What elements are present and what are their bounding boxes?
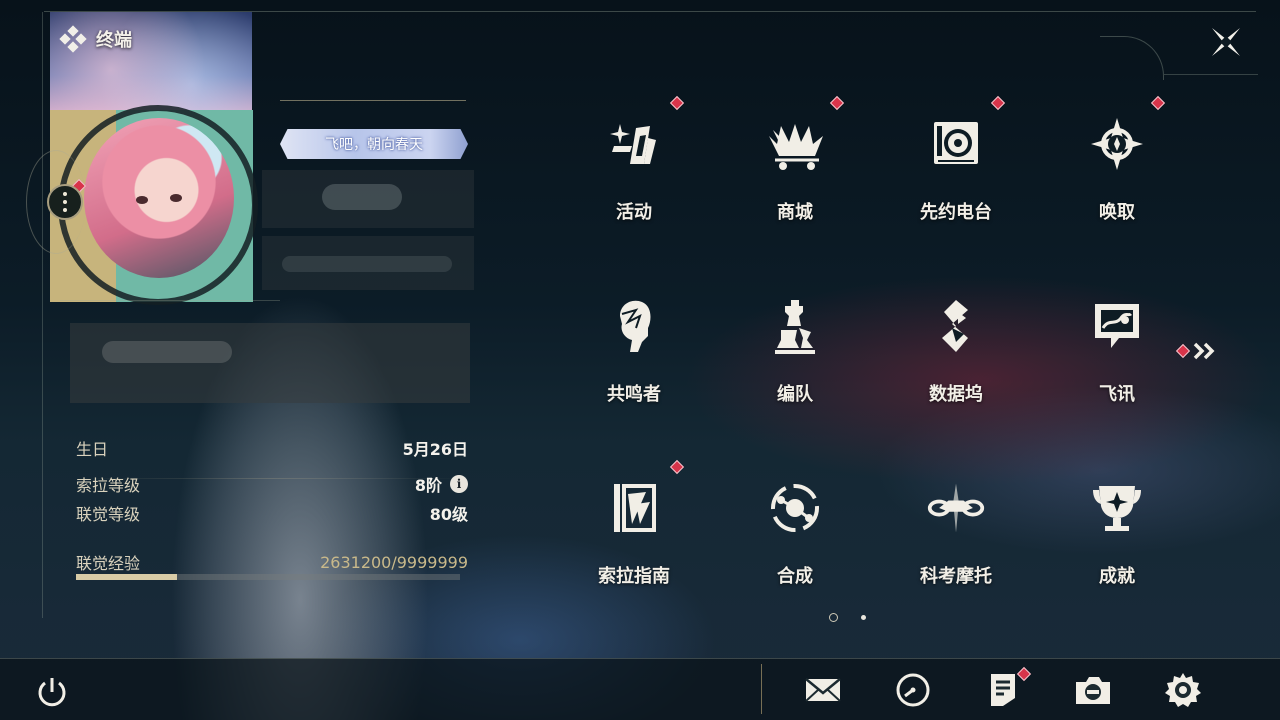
menu-item-achievements[interactable]: 成就 (1052, 460, 1182, 600)
union-level-label: 联觉等级 (76, 505, 141, 524)
convene-star-icon (1087, 114, 1147, 174)
events-icon (604, 114, 664, 174)
camera-button[interactable] (1073, 670, 1113, 710)
more-dots-icon (63, 190, 67, 214)
union-exp-fill (76, 574, 178, 580)
next-page-button[interactable] (1175, 338, 1224, 364)
player-name-panel (262, 170, 474, 228)
menu-item-messages[interactable]: 飞讯 (1052, 278, 1182, 418)
sola-level-label: 索拉等级 (76, 476, 141, 495)
birthday-row: 生日 5月26日 (76, 436, 468, 460)
menu-label-shop: 商城 (777, 202, 813, 223)
profile-divider (60, 300, 280, 301)
menu-label-achievements: 成就 (1099, 566, 1135, 587)
signature-banner[interactable]: 飞吧，朝向春天 (280, 129, 468, 159)
menu-label-messages: 飞讯 (1099, 384, 1135, 405)
menu-label-guidebook: 索拉指南 (598, 566, 670, 587)
power-button[interactable] (34, 674, 70, 710)
terminal-diamond-icon (59, 25, 87, 53)
synthesis-icon (765, 478, 825, 538)
birthday-label: 生日 (76, 440, 109, 459)
union-exp-row: 联觉经验 2631200/9999999 (76, 550, 468, 574)
settings-button[interactable] (1163, 670, 1203, 710)
frame-curve-line (1164, 74, 1258, 75)
notice-icon (991, 674, 1015, 706)
menu-label-synthesis: 合成 (777, 566, 813, 587)
motorbike-icon (926, 478, 986, 538)
message-chat-icon (1087, 296, 1147, 356)
menu-item-convene[interactable]: 唤取 (1052, 96, 1182, 236)
guidebook-icon (604, 478, 664, 538)
bottom-bar-divider (761, 664, 762, 714)
menu-label-team: 编队 (777, 384, 813, 405)
radio-icon (926, 114, 986, 174)
signature-divider (280, 100, 466, 101)
more-options-button[interactable] (47, 184, 83, 220)
page-dot-active[interactable] (829, 613, 838, 622)
menu-item-synthesis[interactable]: 合成 (730, 460, 860, 600)
mail-icon (805, 678, 841, 702)
data-bank-icon (926, 296, 986, 356)
menu-label-motorbike: 科考摩托 (920, 566, 992, 587)
sola-level-value-wrap: 8阶 i (415, 472, 468, 496)
history-button[interactable] (893, 670, 933, 710)
union-level-row: 联觉等级 80级 (76, 501, 468, 525)
menu-label-radio: 先约电台 (920, 202, 992, 223)
menu-label-convene: 唤取 (1099, 202, 1135, 223)
close-button[interactable] (1206, 22, 1246, 62)
terminal-header: 终端 (59, 25, 132, 53)
badge-next-page (1175, 343, 1191, 359)
menu-item-radio[interactable]: 先约电台 (891, 96, 1021, 236)
frame-left-line (42, 12, 43, 618)
menu-item-databank[interactable]: 数据坞 (891, 278, 1021, 418)
sola-level-row: 索拉等级 8阶 i (76, 472, 468, 496)
info-icon[interactable]: i (450, 475, 468, 493)
union-level-value: 80级 (429, 505, 468, 524)
notice-button[interactable] (983, 670, 1023, 710)
camera-icon (1076, 677, 1110, 704)
settings-gear-icon (1165, 673, 1201, 707)
union-exp-bar (76, 574, 460, 580)
close-x-icon (1212, 28, 1240, 56)
player-uid-panel (262, 236, 474, 290)
signature-text: 飞吧，朝向春天 (325, 137, 423, 153)
menu-item-shop[interactable]: 商城 (730, 96, 860, 236)
frame-curve (1100, 36, 1164, 80)
birthday-value: 5月26日 (402, 440, 468, 459)
menu-label-databank: 数据坞 (929, 384, 983, 405)
menu-item-guidebook[interactable]: 索拉指南 (569, 460, 699, 600)
menu-item-team[interactable]: 编队 (730, 278, 860, 418)
resonator-head-icon (604, 296, 664, 356)
menu-label-resonators: 共鸣者 (607, 384, 661, 405)
menu-label-events: 活动 (616, 202, 652, 223)
page-dot[interactable] (861, 615, 866, 620)
menu-item-events[interactable]: 活动 (569, 96, 699, 236)
mail-button[interactable] (803, 670, 843, 710)
trophy-icon (1087, 478, 1147, 538)
menu-item-resonators[interactable]: 共鸣者 (569, 278, 699, 418)
page-title: 终端 (96, 30, 132, 51)
power-icon (38, 678, 66, 707)
union-exp-label: 联觉经验 (76, 554, 141, 573)
union-exp-value: 2631200/9999999 (320, 552, 468, 572)
shop-cart-icon (765, 114, 825, 174)
menu-item-motorbike[interactable]: 科考摩托 (891, 460, 1021, 600)
sola-level-value: 8阶 (414, 476, 442, 495)
chess-team-icon (765, 296, 825, 356)
double-chevron-right-icon (1193, 342, 1215, 360)
avatar[interactable] (84, 118, 234, 278)
player-intro-panel[interactable] (70, 323, 470, 403)
clock-icon (896, 673, 930, 707)
